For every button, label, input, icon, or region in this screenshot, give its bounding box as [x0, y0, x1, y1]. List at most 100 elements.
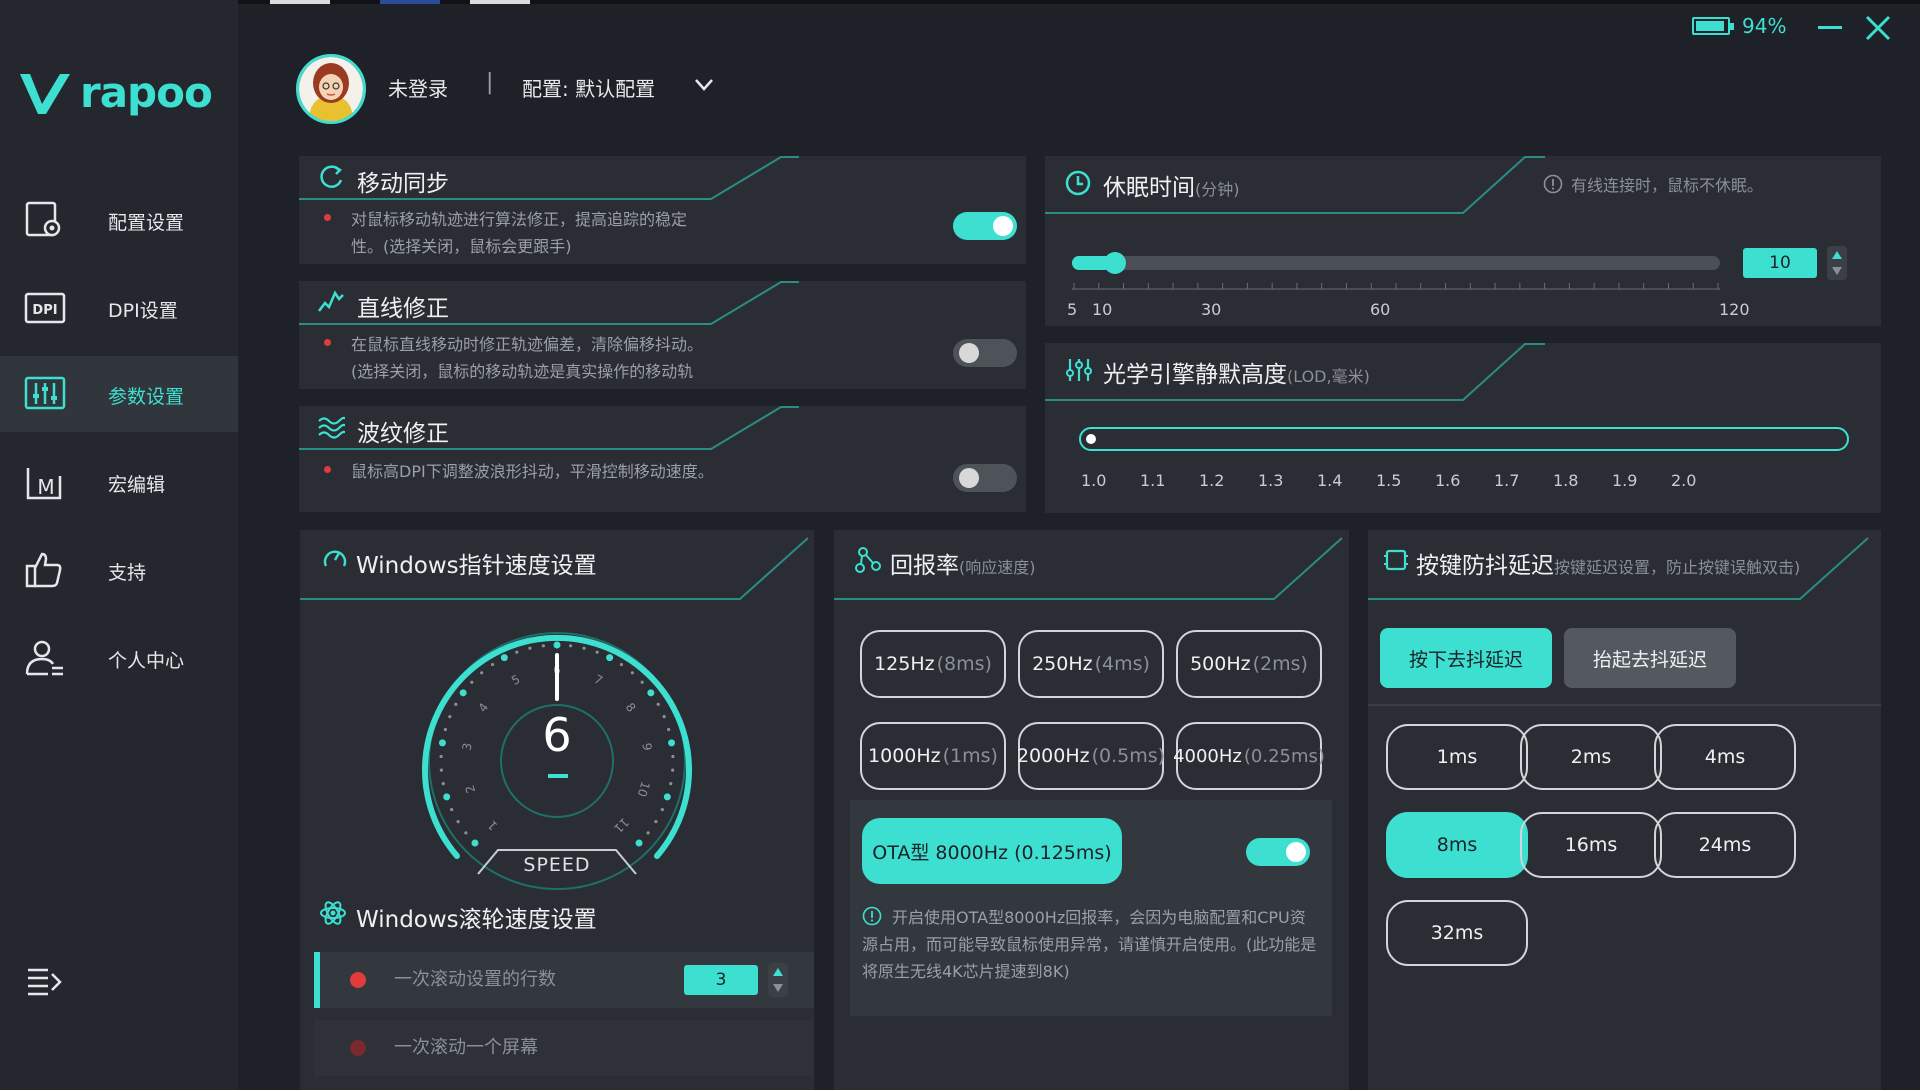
rapoo-logo: rapoo — [18, 68, 213, 117]
debounce-option-4ms[interactable]: 4ms — [1654, 724, 1796, 790]
angle-snap-desc-line2: (选择关闭，鼠标的移动轨迹是真实操作的移动轨 — [351, 362, 694, 381]
motion-sync-desc-line1: 对鼠标移动轨迹进行算法修正，提高追踪的稳定 — [351, 210, 688, 229]
sleep-value-input[interactable]: 10 — [1743, 248, 1817, 278]
ota-toggle[interactable] — [1246, 838, 1310, 866]
dial-tick — [582, 646, 586, 650]
config-selector-label[interactable]: 配置: 默认配置 — [522, 73, 655, 102]
rate-4000hz-button[interactable]: 4000Hz (0.25ms) — [1173, 722, 1325, 790]
dial-tick — [443, 793, 451, 801]
debounce-option-16ms[interactable]: 16ms — [1520, 812, 1662, 878]
battery-fill — [1696, 21, 1725, 31]
lod-tick-label: 2.0 — [1671, 471, 1697, 490]
radio-dot — [350, 1040, 366, 1056]
sidebar-item-config[interactable]: 配置设置 — [0, 182, 238, 258]
lod-slider-track[interactable] — [1079, 427, 1849, 451]
dial-tick — [640, 680, 644, 684]
debounce-option-2ms[interactable]: 2ms — [1520, 724, 1662, 790]
motion-sync-panel: 移动同步 对鼠标移动轨迹进行算法修正，提高追踪的稳定 性。(选择关闭，鼠标会更跟… — [299, 156, 1026, 264]
minimize-button[interactable] — [1818, 26, 1842, 29]
dial-tick — [671, 754, 675, 759]
dial-tick — [490, 662, 495, 667]
svg-text:DPI: DPI — [32, 303, 57, 318]
sidebar-item-dpi[interactable]: DPI DPI设置 — [0, 270, 238, 346]
chevron-down-icon[interactable] — [694, 78, 714, 92]
sidebar-item-params[interactable]: 参数设置 — [0, 356, 238, 432]
sleep-slider-handle[interactable] — [1104, 252, 1127, 274]
speed-dial-label: SPEED — [523, 854, 591, 876]
header-separator: | — [486, 70, 494, 95]
sidebar-item-profile[interactable]: 个人中心 — [0, 620, 238, 696]
user-name[interactable]: 未登录 — [388, 73, 448, 102]
tab-press-debounce[interactable]: 按下去抖延迟 — [1380, 628, 1552, 688]
info-icon — [1543, 174, 1563, 194]
debounce-option-32ms[interactable]: 32ms — [1386, 900, 1528, 966]
sleep-tick-label: 10 — [1092, 300, 1113, 319]
sleep-tick-label: 120 — [1719, 300, 1750, 319]
sliders-icon — [24, 376, 66, 410]
scroll-option-lines[interactable]: 一次滚动设置的行数 3 — [314, 952, 814, 1008]
value-underline — [548, 774, 568, 778]
scroll-lines-input[interactable]: 3 — [684, 965, 758, 995]
thumbs-up-icon — [25, 552, 62, 588]
tab-release-debounce[interactable]: 抬起去抖延迟 — [1564, 628, 1736, 688]
sidebar-item-support[interactable]: 支持 — [0, 532, 238, 608]
angle-snap-toggle[interactable] — [953, 339, 1017, 367]
sidebar-item-label: 支持 — [108, 562, 147, 584]
dial-number: 9 — [639, 742, 654, 752]
sidebar-item-macro[interactable]: M 宏编辑 — [0, 444, 238, 520]
rate-500hz-button[interactable]: 500Hz (2ms) — [1176, 630, 1322, 698]
sleep-tick-label: 30 — [1201, 300, 1222, 319]
lod-tick-label: 1.1 — [1140, 471, 1166, 490]
sidebar-item-label: 个人中心 — [108, 650, 185, 672]
pointer-speed-panel: Windows指针速度设置 1234567891011 6 SPEED Wind… — [300, 530, 814, 1090]
avatar[interactable] — [296, 54, 366, 124]
dial-tick — [441, 782, 445, 786]
angle-snap-desc-line3: 迹) — [351, 385, 373, 389]
debounce-option-24ms[interactable]: 24ms — [1654, 812, 1796, 878]
bullet-dot — [324, 339, 331, 346]
lod-tick-label: 1.2 — [1199, 471, 1225, 490]
sleep-slider-track[interactable] — [1072, 256, 1720, 270]
rate-2000hz-button[interactable]: 2000Hz (0.5ms) — [1017, 722, 1165, 790]
ripple-toggle[interactable] — [953, 464, 1017, 492]
collapse-menu-icon[interactable] — [26, 966, 64, 998]
dial-number: 10 — [635, 780, 653, 799]
ripple-desc: 鼠标高DPI下调整波浪形抖动，平滑控制移动速度。 — [351, 462, 714, 481]
rate-250hz-button[interactable]: 250Hz (4ms) — [1018, 630, 1164, 698]
scroll-lines-stepper[interactable] — [768, 963, 788, 997]
dial-tick — [450, 807, 454, 812]
dial-number: 11 — [611, 815, 632, 836]
sleep-value-stepper[interactable] — [1827, 246, 1847, 280]
dial-tick — [439, 754, 443, 759]
dial-tick — [646, 831, 650, 835]
dial-number: 7 — [592, 672, 605, 688]
dial-tick — [515, 650, 519, 654]
lod-slider-handle[interactable] — [1086, 434, 1096, 444]
lod-tick-label: 1.4 — [1317, 471, 1343, 490]
dial-tick — [662, 715, 666, 719]
header-accent-line — [299, 281, 799, 325]
dial-tick — [663, 793, 671, 801]
scroll-option-screen-label: 一次滚动一个屏幕 — [394, 1037, 538, 1058]
dial-tick — [595, 650, 599, 654]
dial-tick — [528, 646, 532, 650]
dial-number: 1 — [485, 818, 500, 833]
rate-1000hz-button[interactable]: 1000Hz (1ms) — [860, 722, 1006, 790]
rate-125hz-button[interactable]: 125Hz (8ms) — [860, 630, 1006, 698]
title-strip — [0, 0, 1920, 4]
dial-tick — [569, 644, 573, 648]
dial-tick — [606, 654, 614, 662]
debounce-option-1ms[interactable]: 1ms — [1386, 724, 1528, 790]
sidebar-item-label: 参数设置 — [108, 386, 185, 408]
sidebar: rapoo 配置设置 DPI DPI设置 参数设置 M 宏编辑 支持 个人中心 — [0, 0, 238, 1090]
ota-8000hz-button[interactable]: OTA型 8000Hz (0.125ms) — [862, 818, 1122, 884]
debounce-option-8ms[interactable]: 8ms — [1386, 812, 1528, 878]
close-icon[interactable] — [1864, 14, 1892, 42]
user-icon — [25, 640, 63, 676]
ota-warning-text: 开启使用OTA型8000Hz回报率，会因为电脑配置和CPU资源占用，而可能导致鼠… — [862, 908, 1317, 981]
scroll-option-screen[interactable]: 一次滚动一个屏幕 — [314, 1020, 814, 1076]
dial-tick — [671, 768, 675, 772]
motion-sync-toggle[interactable] — [953, 212, 1017, 240]
angle-snap-panel: 直线修正 在鼠标直线移动时修正轨迹偏差，清除偏移抖动。 (选择关闭，鼠标的移动轨… — [299, 281, 1026, 389]
header-accent-line — [1045, 156, 1545, 214]
